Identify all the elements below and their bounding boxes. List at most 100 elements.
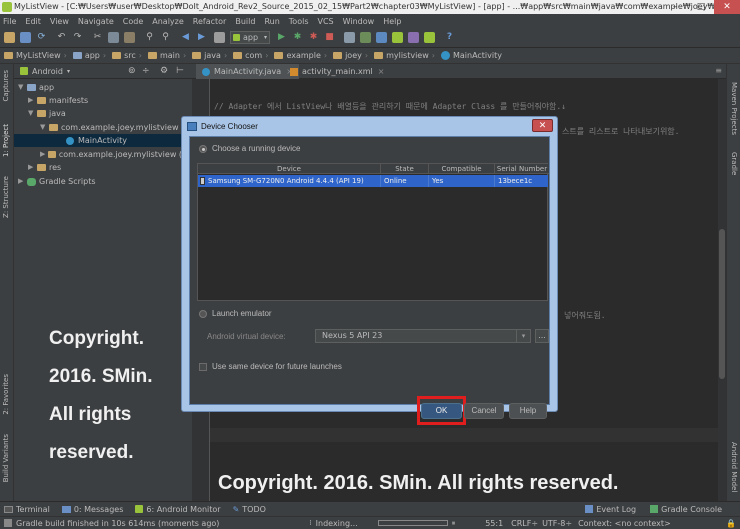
caret-position[interactable]: 55:1 [485,519,503,528]
sync-icon[interactable]: ⟳ [36,32,47,43]
same-device-label[interactable]: Use same device for future launches [212,362,342,371]
tree-item-java[interactable]: ▼ java [28,107,66,120]
dialog-close-button[interactable]: ✕ [532,119,553,132]
menu-view[interactable]: View [50,17,69,26]
col-compatible[interactable]: Compatible [429,164,495,174]
tree-item-mainactivity[interactable]: MainActivity [14,134,192,147]
menu-help[interactable]: Help [383,17,401,26]
breadcrumb-mainactivity[interactable]: MainActivity [440,51,502,60]
stop-icon[interactable]: ■ [324,32,335,43]
tool-window-favorites[interactable]: 2: Favorites [2,374,10,415]
cancel-button[interactable]: Cancel [464,403,504,419]
menu-vcs[interactable]: VCS [318,17,334,26]
pause-icon[interactable]: ⏸ [452,519,456,528]
line-separator[interactable]: CRLF÷ [511,519,538,528]
attach-debugger-icon[interactable]: ✱ [308,32,319,43]
find-icon[interactable]: ⚲ [144,32,155,43]
back-icon[interactable]: ◀ [180,32,191,43]
tool-window-build-variants[interactable]: Build Variants [2,434,10,482]
debug-icon[interactable]: ✱ [292,32,303,43]
save-icon[interactable] [20,32,31,43]
ok-button[interactable]: OK [421,403,462,419]
tool-window-maven[interactable]: Maven Projects [730,82,738,135]
same-device-checkbox[interactable] [199,363,207,371]
choose-running-label[interactable]: Choose a running device [212,144,301,153]
col-state[interactable]: State [381,164,429,174]
launch-emulator-radio[interactable] [199,310,207,318]
tree-item-package-test[interactable]: ▶ com.example.joey.mylistview (an [40,148,192,161]
breadcrumb-joey[interactable]: joey › [333,51,368,60]
maximize-button[interactable]: □ [688,0,714,14]
minimize-button[interactable]: – [662,0,688,14]
tool-window-android-model[interactable]: Android Model [730,442,738,492]
make-project-icon[interactable] [214,32,225,43]
paste-icon[interactable] [124,32,135,43]
todo-tab[interactable]: ✎ TODO [233,505,266,514]
breadcrumb-src[interactable]: src › [112,51,142,60]
tree-item-app[interactable]: ▼ app [18,81,54,94]
android-device-monitor-icon[interactable] [424,32,435,43]
scrollbar-thumb[interactable] [719,229,725,379]
help-icon[interactable]: ? [444,32,455,43]
replace-icon[interactable]: ⚲ [160,32,171,43]
table-row[interactable]: Samsung SM-G720N0 Android 4.4.4 (API 19)… [198,175,548,187]
breadcrumb-main[interactable]: main › [147,51,186,60]
tree-item-res[interactable]: ▶ res [28,161,61,174]
menu-edit[interactable]: Edit [25,17,41,26]
run-config-select[interactable]: app ▾ [230,31,270,44]
open-folder-icon[interactable] [4,32,15,43]
gradle-console-tab[interactable]: Gradle Console [650,505,722,514]
menu-build[interactable]: Build [235,17,255,26]
tree-item-gradle-scripts[interactable]: ▶ Gradle Scripts [18,175,96,188]
editor-scrollbar[interactable] [718,79,726,501]
terminal-tab[interactable]: Terminal [4,505,50,514]
project-structure-icon[interactable] [376,32,387,43]
menu-run[interactable]: Run [264,17,279,26]
avd-manager-icon[interactable] [408,32,419,43]
project-view-selector[interactable]: Android [32,67,63,76]
messages-tab[interactable]: 0: Messages [61,505,123,514]
choose-running-radio[interactable] [199,145,207,153]
hide-icon[interactable]: ⊢ [176,66,184,76]
help-button[interactable]: Help [509,403,547,419]
close-window-button[interactable]: ✕ [714,0,740,14]
tree-item-manifests[interactable]: ▶ manifests [28,94,88,107]
avd-more-button[interactable]: ... [535,329,549,343]
forward-icon[interactable]: ▶ [196,32,207,43]
menu-file[interactable]: File [3,17,16,26]
gear-icon[interactable]: ⚙ [160,66,168,76]
redo-icon[interactable]: ↷ [72,32,83,43]
launch-emulator-label[interactable]: Launch emulator [212,309,272,318]
breadcrumb-app[interactable]: app › [72,51,106,60]
tool-window-gradle[interactable]: Gradle [730,152,738,175]
sync-icon[interactable]: ⊚ [128,66,136,76]
sdk-manager-icon[interactable] [392,32,403,43]
menu-analyze[interactable]: Analyze [152,17,184,26]
avd-select[interactable]: Nexus 5 API 23 ▾ [315,329,531,343]
col-serial[interactable]: Serial Number [495,164,549,174]
close-tab-icon[interactable]: × [378,64,385,79]
tool-windows-toggle-icon[interactable] [4,519,12,527]
tool-window-captures[interactable]: Captures [2,70,10,101]
breadcrumb-example[interactable]: example › [274,51,327,60]
android-monitor-tab[interactable]: 6: Android Monitor [135,505,221,514]
undo-icon[interactable]: ↶ [56,32,67,43]
breadcrumb-project[interactable]: MyListView › [4,51,67,60]
file-encoding[interactable]: UTF-8÷ [542,519,572,528]
menu-code[interactable]: Code [123,17,143,26]
breadcrumb-java[interactable]: java › [192,51,227,60]
tab-activity-main-xml[interactable]: activity_main.xml × [284,64,390,79]
collapse-icon[interactable]: ÷ [142,66,150,76]
col-device[interactable]: Device [198,164,381,174]
sync-gradle-icon[interactable] [360,32,371,43]
menu-window[interactable]: Window [343,17,375,26]
tool-window-structure[interactable]: Z: Structure [2,176,10,218]
breadcrumb-com[interactable]: com › [233,51,268,60]
tool-window-project[interactable]: 1: Project [2,124,10,157]
menu-navigate[interactable]: Navigate [78,17,114,26]
run-icon[interactable]: ▶ [276,32,287,43]
chevron-down-icon[interactable]: ▾ [67,68,70,75]
context-indicator[interactable]: Context: <no context> [578,519,671,528]
tree-item-package[interactable]: ▼ com.example.joey.mylistview [40,121,178,134]
menu-refactor[interactable]: Refactor [193,17,227,26]
